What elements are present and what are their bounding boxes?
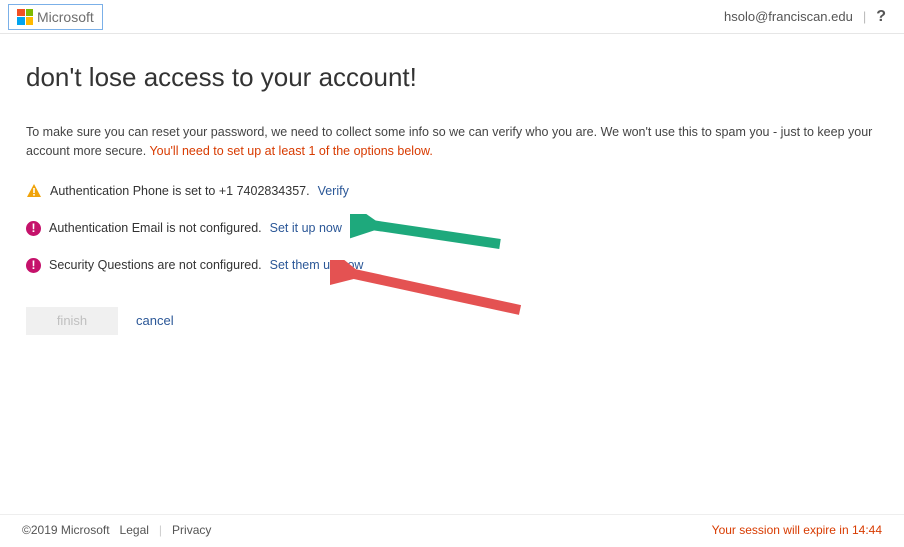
session-prefix: Your session will expire in: [712, 523, 852, 537]
cancel-link[interactable]: cancel: [136, 313, 174, 328]
finish-button[interactable]: finish: [26, 307, 118, 335]
warning-triangle-icon: [26, 183, 42, 199]
option-phone: Authentication Phone is set to +1 740283…: [26, 183, 878, 199]
footer-left: ©2019 Microsoft Legal | Privacy: [22, 523, 211, 537]
brand-logo-box: Microsoft: [8, 4, 103, 30]
verify-phone-link[interactable]: Verify: [318, 184, 349, 198]
separator: |: [159, 523, 162, 537]
option-questions-text: Security Questions are not configured.: [49, 258, 262, 272]
footer-bar: ©2019 Microsoft Legal | Privacy Your ses…: [0, 514, 904, 547]
option-phone-text: Authentication Phone is set to +1 740283…: [50, 184, 310, 198]
main-content: don't lose access to your account! To ma…: [0, 34, 904, 335]
user-email: hsolo@franciscan.edu: [724, 9, 853, 24]
action-row: finish cancel: [26, 307, 878, 335]
header-right: hsolo@franciscan.edu | ?: [724, 8, 886, 26]
microsoft-logo-icon: [17, 9, 33, 25]
alert-circle-icon: !: [26, 258, 41, 273]
copyright-text: ©2019 Microsoft: [22, 523, 110, 537]
option-email: ! Authentication Email is not configured…: [26, 221, 878, 236]
option-email-text: Authentication Email is not configured.: [49, 221, 262, 235]
setup-questions-link[interactable]: Set them up now: [270, 258, 364, 272]
separator: |: [863, 9, 866, 24]
setup-email-link[interactable]: Set it up now: [270, 221, 342, 235]
legal-link[interactable]: Legal: [120, 523, 149, 537]
intro-warning: You'll need to set up at least 1 of the …: [149, 144, 432, 158]
session-time: 14:44: [852, 523, 882, 537]
alert-circle-icon: !: [26, 221, 41, 236]
brand-name: Microsoft: [37, 9, 94, 25]
intro-text: To make sure you can reset your password…: [26, 123, 878, 161]
privacy-link[interactable]: Privacy: [172, 523, 211, 537]
help-icon[interactable]: ?: [876, 8, 886, 26]
session-expiry: Your session will expire in 14:44: [712, 523, 882, 537]
option-questions: ! Security Questions are not configured.…: [26, 258, 878, 273]
page-title: don't lose access to your account!: [26, 62, 878, 93]
header-bar: Microsoft hsolo@franciscan.edu | ?: [0, 0, 904, 34]
